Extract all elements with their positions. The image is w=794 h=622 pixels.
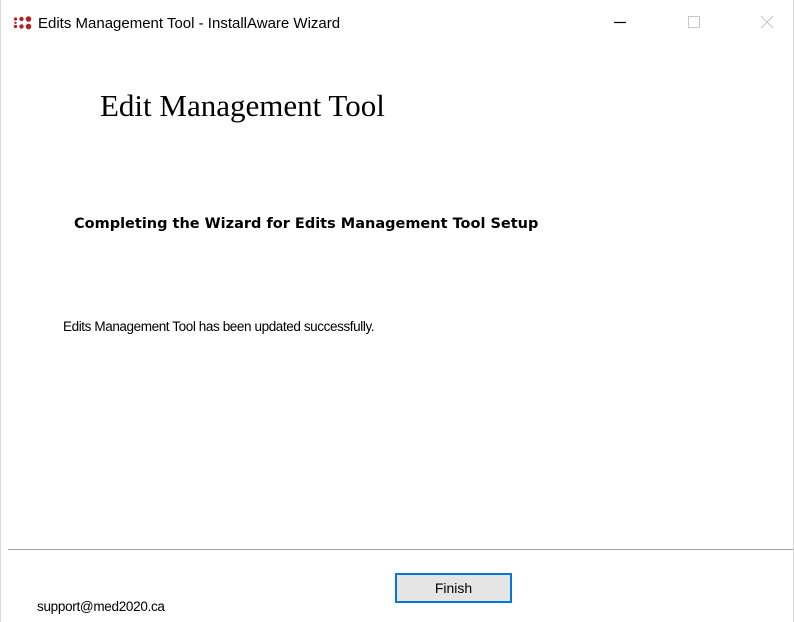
finish-button[interactable]: Finish [395,573,512,603]
completion-heading: Completing the Wizard for Edits Manageme… [74,216,539,232]
installaware-dots-icon [13,16,32,30]
success-message: Edits Management Tool has been updated s… [63,319,375,334]
minimize-icon [614,21,626,24]
title-bar[interactable]: Edits Management Tool - InstallAware Wiz… [1,0,793,44]
finish-button-label: Finish [434,580,473,596]
close-button[interactable] [744,0,790,44]
window-title: Edits Management Tool - InstallAware Wiz… [38,15,341,32]
minimize-button[interactable] [597,0,643,44]
close-icon [760,15,774,29]
maximize-icon [688,16,700,28]
product-title: Edit Management Tool [100,88,385,123]
maximize-button[interactable] [671,0,717,44]
footer-divider [8,549,793,551]
support-email: support@med2020.ca [37,599,165,614]
installer-window: Edits Management Tool - InstallAware Wiz… [0,0,794,622]
